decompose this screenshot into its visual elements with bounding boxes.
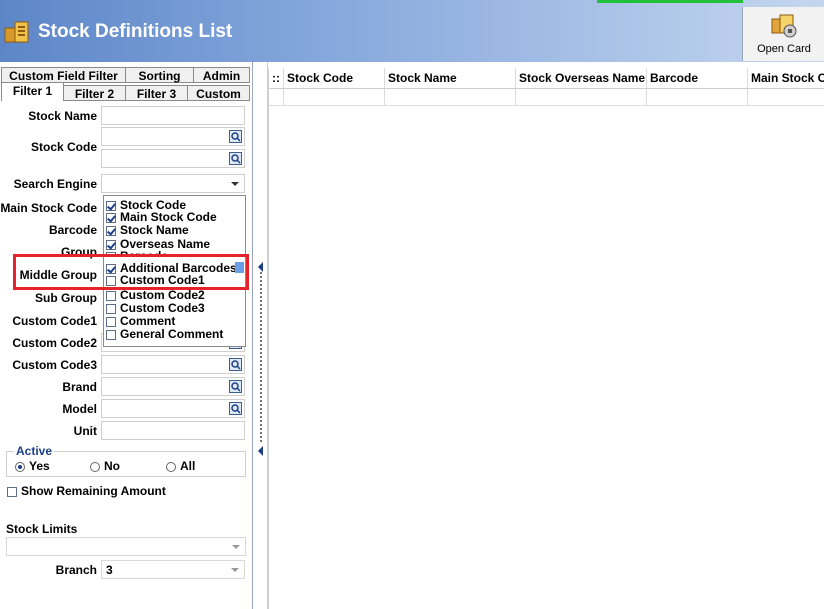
open-card-icon <box>769 11 799 41</box>
lookup-icon[interactable] <box>229 402 242 415</box>
chevron-down-icon <box>232 545 240 549</box>
stock-list-icon <box>3 18 33 46</box>
collapse-arrow-icon[interactable] <box>258 446 263 456</box>
custom-code3-input[interactable] <box>101 355 245 374</box>
stock-code-from-input[interactable] <box>101 127 245 146</box>
sub-group-label: Sub Group <box>35 291 97 305</box>
custom-code1-label: Custom Code1 <box>12 314 97 328</box>
open-card-label: Open Card <box>757 43 811 55</box>
dropdown-option[interactable]: Stock Name <box>106 223 189 237</box>
collapse-arrow-icon[interactable] <box>258 262 263 272</box>
tab-filter-3[interactable]: Filter 3 <box>125 85 188 101</box>
progress-strip <box>597 0 743 3</box>
page-title: Stock Definitions List <box>38 21 233 42</box>
grid-row-divider <box>269 105 824 106</box>
search-engine-select[interactable] <box>101 174 245 193</box>
dropdown-option[interactable]: Comment <box>106 314 175 328</box>
custom-code2-label: Custom Code2 <box>12 336 97 350</box>
tab-custom-field-filter[interactable]: Custom Field Filter <box>1 67 126 83</box>
stock-name-input[interactable] <box>101 106 245 125</box>
chevron-down-icon <box>231 182 239 186</box>
tab-filter-2[interactable]: Filter 2 <box>63 85 126 101</box>
barcode-label: Barcode <box>48 223 97 237</box>
lookup-icon[interactable] <box>229 380 242 393</box>
checkbox-checked-icon[interactable] <box>106 212 116 223</box>
unit-label: Unit <box>73 424 97 438</box>
stock-name-label: Stock Name <box>28 109 97 123</box>
model-label: Model <box>62 402 97 416</box>
model-input[interactable] <box>101 399 245 418</box>
branch-select[interactable]: 3 <box>101 560 245 579</box>
search-engine-label: Search Engine <box>13 177 97 191</box>
brand-label: Brand <box>62 380 97 394</box>
lookup-icon[interactable] <box>229 358 242 371</box>
lookup-icon[interactable] <box>229 152 242 165</box>
radio-no[interactable]: No <box>90 459 120 473</box>
branch-value: 3 <box>106 563 113 577</box>
stock-code-to-input[interactable] <box>101 149 245 168</box>
checkbox-icon[interactable] <box>7 486 17 497</box>
radio-yes[interactable]: Yes <box>15 459 50 473</box>
stock-limits-label: Stock Limits <box>6 522 78 536</box>
lookup-icon[interactable] <box>229 130 242 143</box>
stock-code-label: Stock Code <box>30 140 97 154</box>
radio-icon[interactable] <box>166 461 176 472</box>
unit-input[interactable] <box>101 421 245 440</box>
radio-all[interactable]: All <box>166 459 195 473</box>
dropdown-option[interactable]: Main Stock Code <box>106 210 217 224</box>
dropdown-option[interactable]: General Comment <box>106 327 223 341</box>
tab-filter-1[interactable]: Filter 1 <box>1 82 64 101</box>
brand-input[interactable] <box>101 377 245 396</box>
checkbox-icon[interactable] <box>106 303 116 314</box>
checkbox-checked-icon[interactable] <box>106 225 116 236</box>
stock-limits-select[interactable] <box>6 537 246 556</box>
custom-code3-label: Custom Code3 <box>12 358 97 372</box>
radio-selected-icon[interactable] <box>15 461 25 472</box>
chevron-down-icon <box>231 568 239 572</box>
splitter-grip[interactable] <box>260 272 262 442</box>
branch-label: Branch <box>55 563 97 577</box>
active-group-title: Active <box>14 444 55 458</box>
open-card-button[interactable]: Open Card <box>742 7 824 61</box>
tab-custom[interactable]: Custom <box>187 85 250 101</box>
tab-sorting[interactable]: Sorting <box>125 67 194 83</box>
dropdown-option[interactable]: Custom Code3 <box>106 301 205 315</box>
checkbox-icon[interactable] <box>106 290 116 301</box>
tab-admin[interactable]: Admin <box>193 67 250 83</box>
stock-grid: :: Stock Code Stock Name Stock Overseas … <box>268 68 824 609</box>
highlight-box <box>13 254 249 290</box>
radio-icon[interactable] <box>90 461 100 472</box>
checkbox-icon[interactable] <box>106 329 116 340</box>
checkbox-icon[interactable] <box>106 316 116 327</box>
show-remaining-amount-checkbox[interactable]: Show Remaining Amount <box>7 484 166 498</box>
main-stock-code-label: Main Stock Code <box>0 201 97 215</box>
grid-header <box>269 68 824 89</box>
